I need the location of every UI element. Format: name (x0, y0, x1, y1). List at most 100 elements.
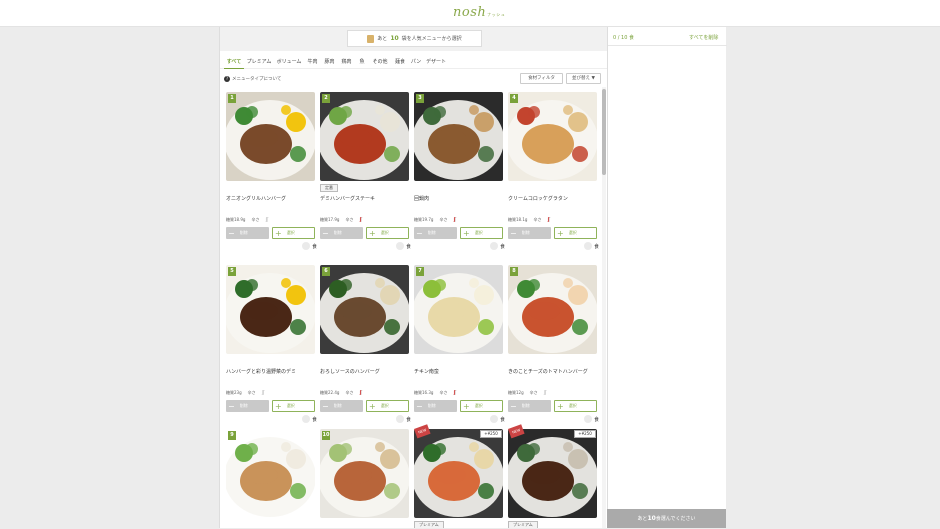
select-button[interactable]: + 選択 (272, 400, 315, 412)
filter-label: 食材フィルタ (528, 76, 555, 81)
remove-label: 削除 (239, 230, 248, 235)
food-photo (226, 429, 315, 518)
spicy-label: 辛さ (529, 390, 538, 395)
rank-badge: 9 (228, 431, 236, 440)
rank-badge: 1 (228, 94, 236, 103)
food-image[interactable] (320, 429, 409, 518)
select-button[interactable]: + 選択 (366, 400, 409, 412)
category-tabs: すべて プレミアム ボリューム 牛肉 豚肉 鶏肉魚その他 麺食 パン デザート (220, 55, 607, 69)
quantity-display: 食 (396, 415, 411, 423)
menu-name: デミハンバーグステーキ (320, 196, 376, 202)
tab-5[interactable]: 鶏肉 (338, 55, 355, 69)
minus-icon: − (228, 228, 235, 238)
food-image[interactable] (320, 265, 409, 354)
food-image[interactable] (508, 265, 597, 354)
tab-4[interactable]: 豚肉 (321, 55, 338, 69)
food-image[interactable] (320, 92, 409, 181)
food-image[interactable] (226, 92, 315, 181)
chili-icon: ʃ (360, 390, 362, 396)
nutrition-meta: 糖質22.4g 辛さ ʃʃʃ (320, 390, 362, 396)
tab-1[interactable]: プレミアム (244, 55, 274, 69)
spicy-level: ʃʃʃ (262, 390, 265, 396)
quantity-circle (302, 415, 310, 423)
select-button[interactable]: + 選択 (460, 227, 503, 239)
select-label: 選択 (286, 403, 295, 408)
banner-area: あと 10 袋を人気メニューから選択 (220, 27, 607, 51)
plus-icon: + (463, 228, 470, 238)
sort-label: 並び替え ▼ (572, 76, 595, 81)
remove-label: 削除 (333, 403, 342, 408)
chili-icon: ʃ (360, 217, 362, 223)
banner-count: 10 (390, 35, 399, 42)
quantity-circle (396, 415, 404, 423)
spicy-level: ʃʃʃ (265, 217, 268, 223)
food-photo (320, 92, 409, 181)
plus-icon: + (275, 401, 282, 411)
food-image[interactable] (226, 265, 315, 354)
food-image[interactable] (508, 429, 597, 518)
tab-9[interactable]: パン (409, 55, 423, 69)
tab-3[interactable]: 牛肉 (304, 55, 321, 69)
carb-value: 糖質22.4g (320, 390, 340, 395)
select-button[interactable]: + 選択 (366, 227, 409, 239)
remove-button[interactable]: − 削除 (414, 227, 457, 239)
price-badge: +¥250 (574, 430, 596, 438)
scrollbar-thumb[interactable] (602, 89, 606, 175)
tab-10[interactable]: デザート (423, 55, 449, 69)
ingredient-filter-button[interactable]: 食材フィルタ (520, 73, 563, 84)
nutrition-meta: 糖質18.1g 辛さ ʃʃʃ (508, 217, 550, 223)
food-image[interactable] (508, 92, 597, 181)
carb-value: 糖質17.9g (320, 217, 340, 222)
food-photo (414, 265, 503, 354)
remove-button[interactable]: − 削除 (320, 400, 363, 412)
remove-button[interactable]: − 削除 (508, 227, 551, 239)
chili-icon: ʃ (263, 390, 264, 396)
select-label: 選択 (380, 403, 389, 408)
quantity-circle (490, 415, 498, 423)
remaining-meals-button[interactable]: あと10食選んでください (607, 509, 726, 528)
remove-button[interactable]: − 削除 (414, 400, 457, 412)
quantity-controls: − 削除 + 選択 (320, 400, 409, 412)
select-button[interactable]: + 選択 (554, 227, 597, 239)
chili-icon: ʃ (454, 390, 456, 396)
food-photo (508, 92, 597, 181)
popular-menu-banner[interactable]: あと 10 袋を人気メニューから選択 (347, 30, 482, 47)
select-button[interactable]: + 選択 (272, 227, 315, 239)
remove-button[interactable]: − 削除 (508, 400, 551, 412)
food-image[interactable] (414, 92, 503, 181)
remove-button[interactable]: − 削除 (226, 227, 269, 239)
clear-all-link[interactable]: すべてを削除 (689, 34, 718, 41)
plus-icon: + (557, 228, 564, 238)
food-image[interactable] (414, 265, 503, 354)
tab-8[interactable]: 麺食 (391, 55, 409, 69)
rank-badge: 5 (228, 267, 236, 276)
tab-7[interactable]: その他 (369, 55, 391, 69)
remove-button[interactable]: − 削除 (320, 227, 363, 239)
food-photo (320, 429, 409, 518)
footer-text-post: 食選んでください (655, 516, 696, 522)
food-image[interactable] (414, 429, 503, 518)
menu-name: おろしソースのハンバーグ (320, 369, 380, 375)
select-label: 選択 (568, 403, 577, 408)
footer-count: 10 (647, 515, 656, 522)
quantity-circle (490, 242, 498, 250)
minus-icon: − (322, 228, 329, 238)
top-header: noshナッシュ (0, 0, 940, 27)
plus-icon: + (275, 228, 282, 238)
nosh-logo[interactable]: noshナッシュ (453, 5, 505, 20)
tab-6[interactable]: 魚 (355, 55, 369, 69)
tab-0[interactable]: すべて (224, 55, 244, 69)
spicy-level: ʃʃʃ (547, 217, 550, 223)
menu-type-info-link[interactable]: ? メニュータイプについて (224, 76, 281, 82)
nutrition-meta: 糖質12g 辛さ ʃʃʃ (508, 390, 546, 396)
remove-button[interactable]: − 削除 (226, 400, 269, 412)
carb-value: 糖質19.7g (414, 217, 434, 222)
food-image[interactable] (226, 429, 315, 518)
select-button[interactable]: + 選択 (460, 400, 503, 412)
rank-badge: 7 (416, 267, 424, 276)
tab-2[interactable]: ボリューム (274, 55, 304, 69)
select-button[interactable]: + 選択 (554, 400, 597, 412)
banner-text-pre: あと (377, 36, 388, 42)
minus-icon: − (510, 228, 517, 238)
sort-dropdown[interactable]: 並び替え ▼ (566, 73, 601, 84)
